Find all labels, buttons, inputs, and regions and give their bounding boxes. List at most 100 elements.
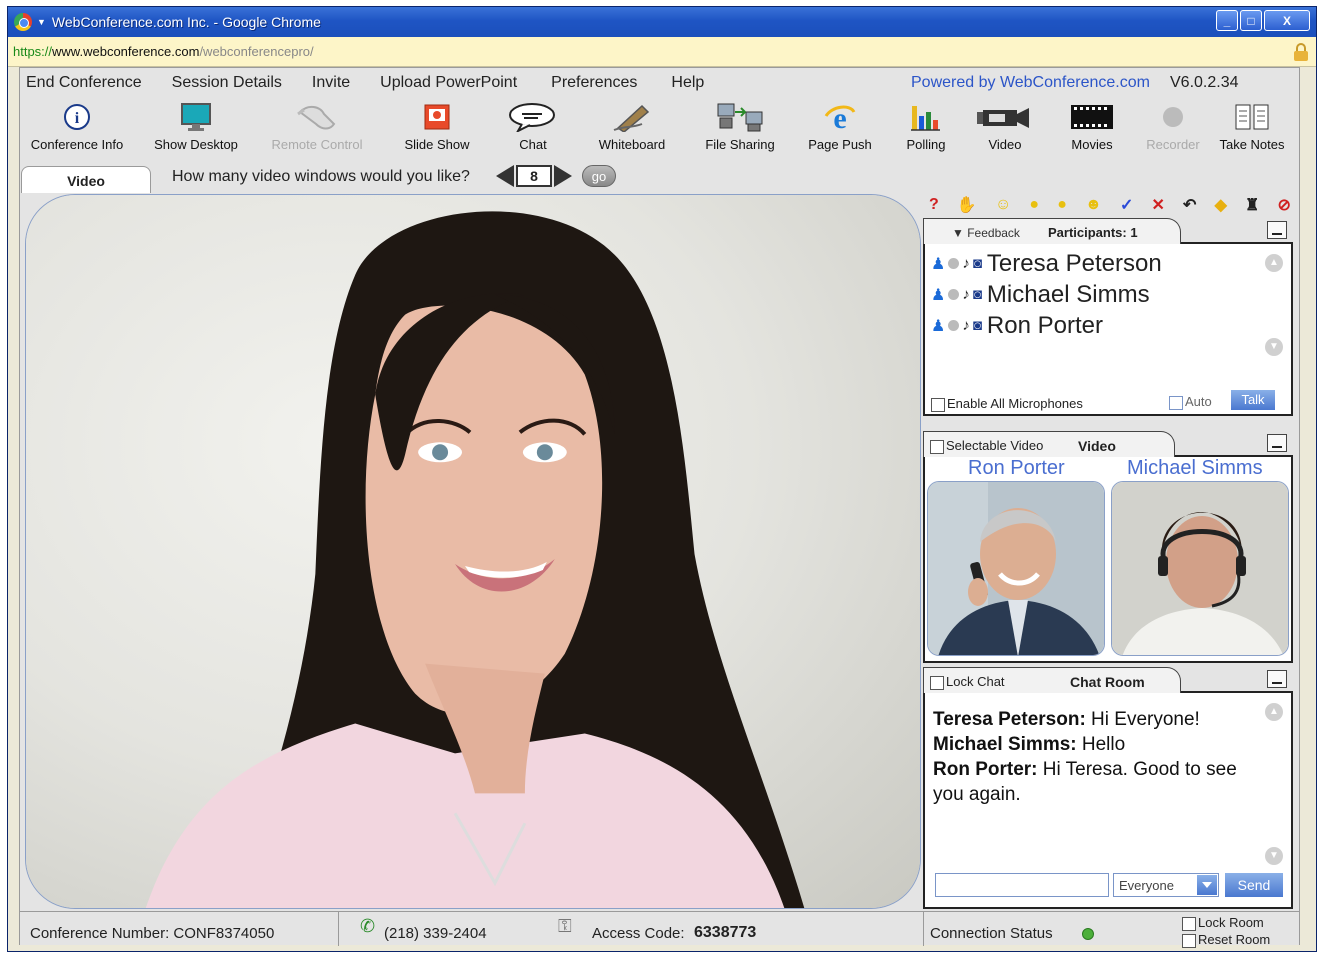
talk-button[interactable]: Talk [1231, 390, 1275, 410]
laugh-face-icon[interactable]: ☻ [1085, 196, 1102, 214]
participant-row[interactable]: ♟ ♪ ◙ Teresa Peterson [925, 248, 1291, 279]
lock-room-checkbox[interactable]: Lock Room [1182, 915, 1264, 931]
neutral-face-icon[interactable]: ● [1029, 196, 1039, 214]
conference-number: Conference Number: CONF8374050 [30, 925, 275, 942]
users-icon[interactable]: ♜ [1245, 195, 1259, 215]
go-button[interactable]: go [582, 165, 616, 187]
block-icon[interactable]: ⊘ [1277, 195, 1290, 215]
maximize-button[interactable]: □ [1240, 10, 1262, 31]
microphone-icon[interactable]: ♪ [962, 286, 970, 303]
participants-title: Participants: 1 [1048, 225, 1138, 240]
slide-show-button[interactable]: Slide Show [395, 102, 479, 152]
question-icon[interactable]: ? [929, 196, 939, 214]
page-push-label: Page Push [808, 137, 872, 152]
surprised-face-icon[interactable]: ● [1057, 196, 1067, 214]
conference-app: End Conference Session Details Invite Up… [19, 67, 1300, 948]
menu-preferences[interactable]: Preferences [551, 74, 637, 92]
conference-info-label: Conference Info [30, 137, 124, 152]
show-desktop-label: Show Desktop [154, 137, 238, 152]
feedback-toggle[interactable]: ▼ Feedback [952, 226, 1020, 240]
participant-name: Michael Simms [986, 280, 1150, 308]
take-notes-label: Take Notes [1219, 137, 1285, 152]
webcam-icon[interactable]: ◙ [973, 317, 982, 334]
x-icon[interactable]: ✕ [1152, 195, 1165, 215]
video-count-field[interactable]: 8 [516, 165, 552, 187]
speech-bubble-icon [509, 103, 555, 132]
tab-video[interactable]: Video [21, 166, 151, 193]
participant-row[interactable]: ♟ ♪ ◙ Ron Porter [925, 310, 1291, 341]
chrome-icon[interactable] [14, 13, 32, 31]
padlock-icon[interactable] [1294, 43, 1308, 61]
main-video-feed[interactable] [25, 194, 921, 909]
powerpoint-icon [424, 104, 450, 130]
webcam-icon[interactable]: ◙ [973, 255, 982, 272]
chat-scroll-up-icon[interactable]: ▲ [1265, 703, 1283, 721]
svg-text:i: i [75, 110, 80, 127]
url-path: /webconferencepro/ [199, 44, 314, 59]
participants-minimize-button[interactable] [1267, 221, 1287, 239]
send-button[interactable]: Send [1225, 873, 1283, 897]
video-thumbnail-michael-simms[interactable] [1111, 481, 1289, 656]
polling-label: Polling [906, 137, 946, 152]
michael-simms-video-image [1112, 482, 1288, 655]
address-bar[interactable]: https://www.webconference.com/webconfere… [8, 37, 1316, 67]
window-menu-arrow-icon[interactable]: ▼ [37, 17, 46, 27]
movies-button[interactable]: Movies [1062, 102, 1122, 152]
remote-control-button[interactable]: Remote Control [265, 102, 369, 152]
lock-chat-checkbox[interactable]: Lock Chat [930, 674, 1005, 690]
whiteboard-label: Whiteboard [598, 137, 666, 152]
recorder-button[interactable]: Recorder [1140, 102, 1206, 152]
close-button[interactable]: X [1264, 10, 1310, 31]
chat-recipient-select[interactable]: Everyone [1113, 873, 1219, 897]
chat-panel-minimize-button[interactable] [1267, 670, 1287, 688]
page-push-button[interactable]: e Page Push [805, 102, 875, 152]
enable-all-microphones-checkbox[interactable]: Enable All Microphones [931, 396, 1083, 412]
increase-arrow-icon[interactable] [554, 165, 572, 187]
participant-name: Ron Porter [986, 311, 1103, 339]
access-code-label: Access Code: [592, 925, 685, 942]
webcam-icon[interactable]: ◙ [973, 286, 982, 303]
take-notes-button[interactable]: Take Notes [1214, 102, 1290, 152]
key-icon: ⚿ [558, 916, 572, 936]
video-thumbnail-ron-porter[interactable] [927, 481, 1105, 656]
menu-end-conference[interactable]: End Conference [26, 74, 142, 92]
connection-status-label: Connection Status [930, 925, 1053, 942]
video-windows-question: How many video windows would you like? [172, 168, 470, 185]
file-sharing-button[interactable]: File Sharing [700, 102, 780, 152]
conference-info-button[interactable]: i Conference Info [25, 102, 129, 152]
video-camera-icon [977, 108, 1029, 128]
smile-icon[interactable]: ☺ [995, 196, 1011, 214]
chat-message-input[interactable] [935, 873, 1109, 897]
toolbar: i Conference Info Show Desktop Remote Co… [20, 100, 1299, 158]
menu-invite[interactable]: Invite [312, 74, 350, 92]
diamond-icon[interactable]: ◆ [1215, 195, 1227, 215]
menu-upload-powerpoint[interactable]: Upload PowerPoint [380, 74, 517, 92]
auto-checkbox[interactable]: Auto [1169, 394, 1212, 410]
reset-room-checkbox[interactable]: Reset Room [1182, 932, 1270, 948]
decrease-arrow-icon[interactable] [496, 165, 514, 187]
video-panel-minimize-button[interactable] [1267, 434, 1287, 452]
microphone-icon[interactable]: ♪ [962, 317, 970, 334]
video-button[interactable]: Video [975, 102, 1035, 152]
connection-status-indicator-icon [1082, 928, 1094, 940]
chat-message-list: Teresa Peterson: Hi Everyone! Michael Si… [933, 707, 1253, 807]
participants-scroll-down-icon[interactable]: ▼ [1265, 338, 1283, 356]
undo-icon[interactable]: ↶ [1183, 195, 1196, 215]
chevron-down-icon[interactable] [1197, 875, 1217, 895]
ron-porter-video-image [928, 482, 1104, 655]
microphone-icon[interactable]: ♪ [962, 255, 970, 272]
powered-by-link[interactable]: Powered by WebConference.com [911, 74, 1150, 92]
selectable-video-checkbox[interactable]: Selectable Video [930, 438, 1043, 454]
check-icon[interactable]: ✓ [1120, 195, 1133, 215]
menu-help[interactable]: Help [671, 74, 704, 92]
participants-scroll-up-icon[interactable]: ▲ [1265, 254, 1283, 272]
chat-button[interactable]: Chat [504, 102, 562, 152]
show-desktop-button[interactable]: Show Desktop [148, 102, 244, 152]
hand-raise-icon[interactable]: ✋ [957, 195, 977, 215]
minimize-button[interactable]: _ [1216, 10, 1238, 31]
menu-session-details[interactable]: Session Details [172, 74, 282, 92]
whiteboard-button[interactable]: Whiteboard [590, 102, 674, 152]
chat-scroll-down-icon[interactable]: ▼ [1265, 847, 1283, 865]
polling-button[interactable]: Polling [900, 102, 952, 152]
participant-row[interactable]: ♟ ♪ ◙ Michael Simms [925, 279, 1291, 310]
